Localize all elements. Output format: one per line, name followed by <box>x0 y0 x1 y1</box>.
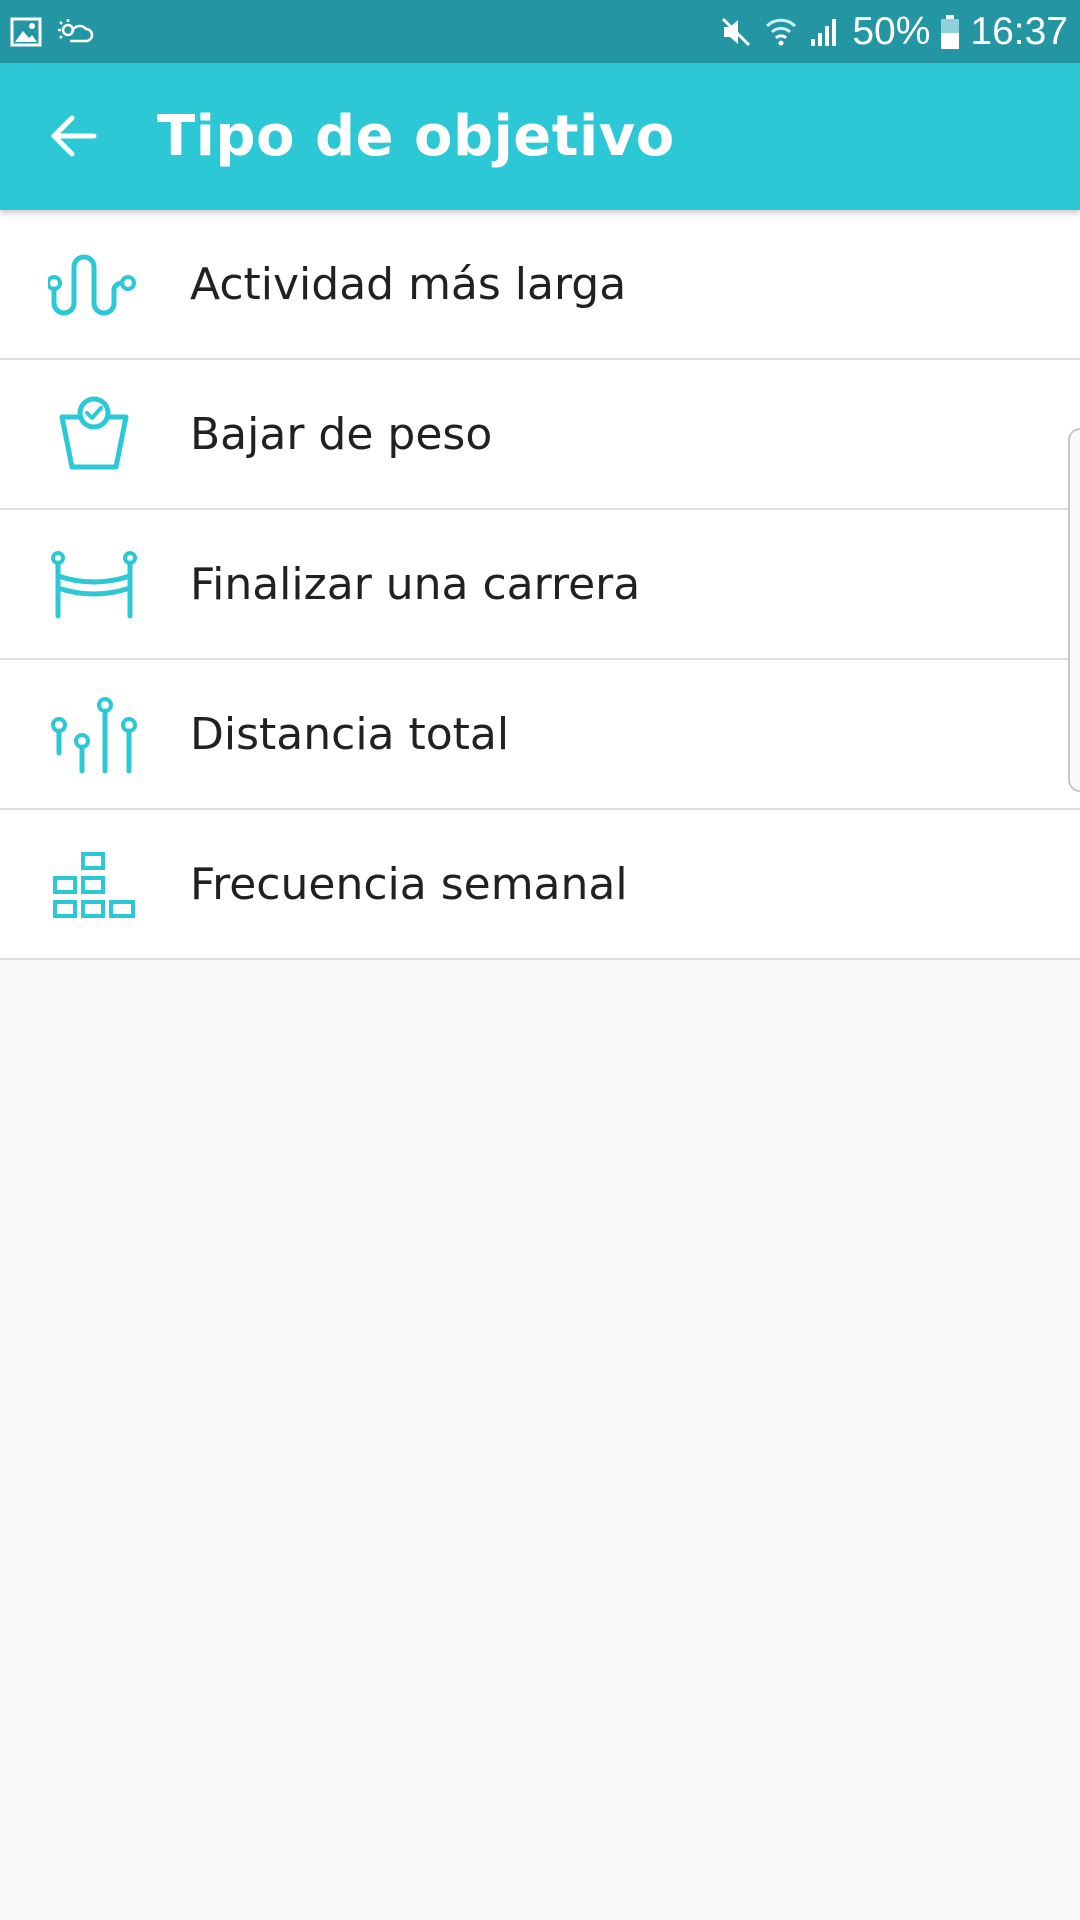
list-item-label: Distancia total <box>190 708 510 760</box>
list-item-distancia-total[interactable]: Distancia total <box>0 660 1080 810</box>
app-bar: Tipo de objetivo <box>0 63 1080 210</box>
scale-icon <box>46 390 142 480</box>
battery-icon <box>940 14 960 50</box>
page-title: Tipo de objetivo <box>157 104 675 169</box>
status-right: 50% 16:37 <box>718 0 1068 63</box>
arrow-left-icon <box>48 113 98 164</box>
list-item-label: Bajar de peso <box>190 408 493 460</box>
list-item-bajar-de-peso[interactable]: Bajar de peso <box>0 360 1080 510</box>
distance-pins-icon <box>46 690 142 780</box>
back-button[interactable] <box>40 105 106 171</box>
status-bar: 50% 16:37 <box>0 0 1080 63</box>
activity-wave-icon <box>46 240 142 330</box>
mute-icon <box>718 14 754 50</box>
wifi-icon <box>764 15 798 49</box>
list-item-label: Frecuencia semanal <box>190 858 628 910</box>
weather-icon <box>56 17 94 47</box>
list-item-label: Finalizar una carrera <box>190 558 641 610</box>
battery-percent: 50% <box>852 9 931 53</box>
list-item-actividad-mas-larga[interactable]: Actividad más larga <box>0 210 1080 360</box>
list-item-label: Actividad más larga <box>190 258 627 310</box>
list-item-finalizar-una-carrera[interactable]: Finalizar una carrera <box>0 510 1080 660</box>
scroll-handle[interactable] <box>1068 428 1080 792</box>
gallery-icon <box>10 17 42 47</box>
status-left <box>10 0 94 63</box>
finish-line-icon <box>46 540 142 630</box>
signal-icon <box>808 15 842 49</box>
weekly-blocks-icon <box>46 840 142 930</box>
goal-type-list: Actividad más larga Bajar de peso Finali… <box>0 210 1080 960</box>
list-item-frecuencia-semanal[interactable]: Frecuencia semanal <box>0 810 1080 960</box>
clock: 16:37 <box>970 9 1068 53</box>
